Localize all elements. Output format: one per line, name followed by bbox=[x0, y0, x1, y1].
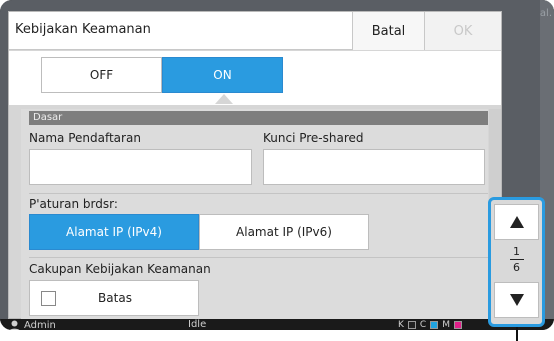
background-text: al. bbox=[539, 8, 552, 19]
scroll-down-button[interactable] bbox=[494, 282, 539, 318]
selection-pointer bbox=[215, 94, 233, 104]
limit-checkbox-button[interactable]: Batas bbox=[29, 280, 199, 316]
on-off-toggle: OFF ON bbox=[9, 51, 501, 105]
dialog-title: Kebijakan Keamanan bbox=[15, 22, 151, 37]
arrow-up-icon bbox=[509, 216, 524, 228]
user-indicator: Admin bbox=[8, 319, 56, 330]
rule-label: P'aturan brdsr: bbox=[29, 197, 118, 211]
settings-content: Dasar Nama Pendaftaran Kunci Pre-shared … bbox=[21, 109, 488, 319]
ipv4-address-button[interactable]: Alamat IP (IPv4) bbox=[29, 214, 199, 250]
dialog-titlebar: Kebijakan Keamanan Batal OK bbox=[9, 12, 501, 50]
off-button[interactable]: OFF bbox=[41, 57, 162, 93]
ok-button[interactable]: OK bbox=[424, 12, 501, 50]
user-name: Admin bbox=[24, 320, 56, 330]
page-indicator: 1 6 bbox=[491, 245, 542, 274]
printer-state: Idle bbox=[188, 319, 207, 330]
page-scroller: 1 6 bbox=[488, 197, 545, 327]
limit-label: Batas bbox=[98, 291, 132, 305]
ink-c-level bbox=[430, 321, 439, 329]
ink-m-label: M bbox=[442, 320, 450, 330]
user-icon bbox=[9, 320, 20, 330]
registration-name-label: Nama Pendaftaran bbox=[29, 131, 141, 145]
cancel-button[interactable]: Batal bbox=[352, 12, 424, 50]
preshared-key-field[interactable] bbox=[263, 149, 485, 185]
device-screen: al. Kebijakan Keamanan Batal OK OFF ON D… bbox=[0, 0, 554, 330]
ink-levels: K C M bbox=[398, 320, 462, 330]
divider bbox=[29, 193, 488, 194]
scroll-up-button[interactable] bbox=[494, 204, 539, 240]
ink-k-label: K bbox=[398, 320, 404, 330]
checkbox-icon bbox=[41, 290, 56, 306]
ink-k-level bbox=[407, 321, 416, 329]
callout-line bbox=[516, 327, 518, 341]
registration-name-field[interactable] bbox=[29, 149, 252, 185]
arrow-down-icon bbox=[509, 294, 524, 306]
current-page: 1 bbox=[513, 245, 520, 258]
divider bbox=[29, 257, 488, 258]
total-pages: 6 bbox=[513, 261, 520, 274]
page-fraction-line bbox=[509, 259, 524, 260]
section-header: Dasar bbox=[29, 111, 488, 125]
preshared-key-label: Kunci Pre-shared bbox=[263, 131, 364, 145]
on-button[interactable]: ON bbox=[162, 57, 283, 93]
screen: al. Kebijakan Keamanan Batal OK OFF ON D… bbox=[0, 0, 554, 341]
ipv6-address-button[interactable]: Alamat IP (IPv6) bbox=[199, 214, 369, 250]
status-bar: Admin Idle K C M bbox=[0, 319, 554, 330]
ink-m-level bbox=[453, 321, 462, 329]
scope-label: Cakupan Kebijakan Keamanan bbox=[29, 262, 211, 276]
security-policy-dialog: Kebijakan Keamanan Batal OK OFF ON Dasar… bbox=[8, 11, 502, 319]
ink-c-label: C bbox=[419, 320, 427, 330]
